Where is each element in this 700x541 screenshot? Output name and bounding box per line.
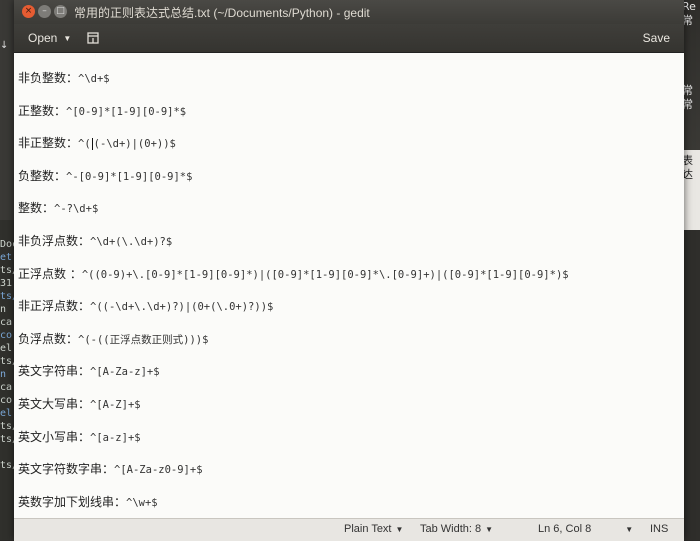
close-icon[interactable]: × <box>22 5 35 18</box>
chevron-down-icon: ▼ <box>395 525 404 534</box>
line-code-prefix: ^( <box>78 138 91 151</box>
cursor-position-label: Ln 6, Col 8 <box>538 523 592 535</box>
background-text-line <box>682 140 700 154</box>
window-title: 常用的正则表达式总结.txt (~/Documents/Python) - ge… <box>74 6 370 20</box>
background-text-line <box>682 42 700 56</box>
chevron-down-icon: ▼ <box>625 525 634 534</box>
text-line[interactable]: 英文字符数字串：^[A-Za-z0-9]+$ <box>18 460 203 477</box>
line-label: 整数： <box>18 201 55 216</box>
text-line[interactable]: 非正整数：^((-\d+)|(0+))$ <box>18 134 176 151</box>
language-label: Plain Text <box>344 523 392 535</box>
line-label: 英文小写串： <box>18 429 91 444</box>
line-label: 正浮点数 ： <box>18 266 82 281</box>
line-label: 正整数： <box>18 103 67 118</box>
background-window-text: Re 常常常表达 t <box>682 0 700 182</box>
chevron-down-icon: ▼ <box>63 33 72 43</box>
open-button[interactable]: Open ▼ <box>22 28 77 48</box>
line-label: 非负浮点数： <box>18 234 91 248</box>
chevron-down-icon: ▼ <box>485 525 494 534</box>
background-text-line <box>682 56 700 70</box>
line-code: ^[A-Z]+$ <box>90 399 141 411</box>
background-text-line: 表达 <box>682 154 693 181</box>
line-code: ^[a-z]+$ <box>90 431 141 444</box>
line-label: 英数字加下划线串： <box>18 494 127 509</box>
open-button-label: Open <box>28 31 58 45</box>
language-selector[interactable]: Plain Text ▼ <box>344 523 403 535</box>
insert-mode-indicator[interactable]: INS <box>650 523 668 535</box>
text-line[interactable]: 英文小写串：^[a-z]+$ <box>18 428 141 445</box>
title-bar[interactable]: × – □ 常用的正则表达式总结.txt (~/Documents/Python… <box>14 0 684 24</box>
text-line[interactable]: 负浮点数：^(-((正浮点数正则式)))$ <box>18 330 208 347</box>
minimize-icon[interactable]: – <box>38 5 51 18</box>
background-text-line: Re <box>682 0 696 13</box>
line-code: ^\w+$ <box>126 496 158 509</box>
cursor-position-selector[interactable]: Ln 6, Col 8 ▼ <box>538 523 633 535</box>
background-text-line: 常 <box>682 84 693 97</box>
line-code: ^[0-9]*[1-9][0-9]*$ <box>66 105 187 118</box>
line-code: ^-?\d+$ <box>54 203 99 216</box>
line-label: 非负整数： <box>18 71 79 85</box>
line-code: (-\d+)|(0+))$ <box>93 138 176 151</box>
gedit-window: × – □ 常用的正则表达式总结.txt (~/Documents/Python… <box>14 0 684 541</box>
line-code: ^\d+(\.\d+)?$ <box>90 236 173 248</box>
line-code: ^\d+$ <box>78 73 110 85</box>
line-label: 非正整数： <box>18 136 79 151</box>
text-line[interactable]: 非负整数：^\d+$ <box>18 69 110 86</box>
background-text-line: 常 <box>682 98 693 111</box>
save-button[interactable]: Save <box>637 28 676 48</box>
line-label: 英文字符数字串： <box>18 462 115 477</box>
text-line[interactable]: 负整数：^-[0-9]*[1-9][0-9]*$ <box>18 167 192 184</box>
line-label: 英文字符串： <box>18 364 91 379</box>
tab-width-selector[interactable]: Tab Width: 8 ▼ <box>420 523 493 535</box>
line-label: 英文大写串： <box>18 397 91 411</box>
line-label: 负浮点数： <box>18 331 79 346</box>
line-code: ^-[0-9]*[1-9][0-9]*$ <box>66 170 193 183</box>
background-text-line: 常 <box>682 14 693 27</box>
text-line[interactable]: 正浮点数 ：^((0-9)+\.[0-9]*[1-9][0-9]*)|([0-9… <box>18 265 569 282</box>
line-label: 非正浮点数： <box>18 299 91 314</box>
text-editor-area[interactable]: 非负整数：^\d+$ 正整数：^[0-9]*[1-9][0-9]*$ 非正整数：^(… <box>14 53 684 518</box>
text-cursor <box>91 137 93 150</box>
background-text-line <box>682 126 700 140</box>
text-line[interactable]: 英文字符串：^[A-Za-z]+$ <box>18 362 160 379</box>
line-code: ^((0-9)+\.[0-9]*[1-9][0-9]*)|([0-9]*[1-9… <box>81 268 569 281</box>
header-toolbar: Open ▼ Save <box>14 24 684 53</box>
pin-document-icon[interactable] <box>86 30 100 44</box>
status-bar: Plain Text ▼ Tab Width: 8 ▼ Ln 6, Col 8 ▼ I… <box>14 518 684 541</box>
background-text-line <box>682 28 700 42</box>
line-code: ^(-((正浮点数正则式)))$ <box>78 333 209 346</box>
text-line[interactable]: 英数字加下划线串：^\w+$ <box>18 493 158 510</box>
line-label: 负整数： <box>18 168 67 183</box>
line-code: ^[A-Za-z]+$ <box>90 366 160 379</box>
line-code: ^[A-Za-z0-9]+$ <box>114 464 203 477</box>
background-text-line <box>682 70 700 84</box>
text-line[interactable]: 英文大写串：^[A-Z]+$ <box>18 395 141 412</box>
maximize-icon[interactable]: □ <box>54 5 67 18</box>
tab-width-label: Tab Width: 8 <box>420 523 482 535</box>
text-line[interactable]: 正整数：^[0-9]*[1-9][0-9]*$ <box>18 102 186 119</box>
text-line[interactable]: 非正浮点数：^((-\d+\.\d+)?)|(0+(\.0+)?))$ <box>18 297 273 314</box>
line-code: ^((-\d+\.\d+)?)|(0+(\.0+)?))$ <box>90 301 274 314</box>
text-line[interactable]: 非负浮点数：^\d+(\.\d+)?$ <box>18 232 172 249</box>
background-text-line <box>682 112 700 126</box>
text-line[interactable]: 整数：^-?\d+$ <box>18 199 98 216</box>
